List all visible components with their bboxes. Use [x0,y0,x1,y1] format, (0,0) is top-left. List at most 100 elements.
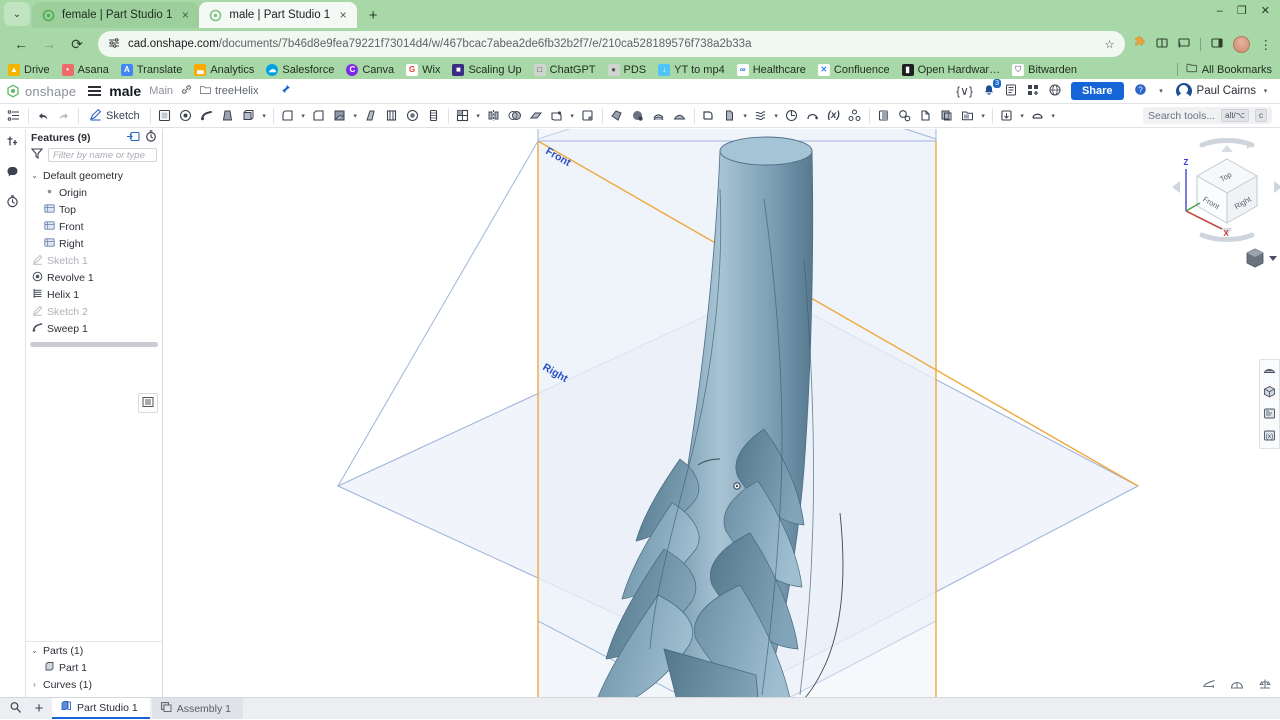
chevron-down-icon[interactable]: ▾ [299,112,308,120]
chevron-down-icon[interactable]: ▾ [1049,112,1058,120]
new-tab-button[interactable]: + [360,3,386,27]
filter-funnel-icon[interactable] [30,148,44,162]
help-caret-icon[interactable]: ▾ [1157,87,1166,95]
bookmark-open-hardware[interactable]: ▮ Open Hardwar… [901,63,1000,76]
tab-assembly-1[interactable]: Assembly 1 [151,698,243,719]
search-tools-box[interactable]: Search tools... alt/⌥ c [1142,107,1272,124]
assembly-icon[interactable] [845,106,865,126]
feature-tree-scrollbar[interactable] [30,342,158,347]
chevron-down-icon[interactable]: ▾ [474,112,483,120]
tab-part-studio-1[interactable]: Part Studio 1 [52,698,150,719]
sheet-metal-icon[interactable] [699,106,719,126]
features-filter-input[interactable]: Filter by name or type [48,148,157,162]
puzzle-icon[interactable] [1133,36,1146,52]
configure-icon[interactable] [895,106,915,126]
featurescript-icon[interactable]: {∨} [956,84,973,98]
folder-part-icon[interactable] [958,106,978,126]
panel-collapse-button[interactable] [138,393,158,413]
chevron-down-icon[interactable]: ▾ [979,112,988,120]
profile-avatar[interactable] [1232,35,1250,53]
curves-section-header[interactable]: › Curves (1) [26,676,162,693]
feature-list-icon[interactable] [4,106,24,126]
move-face-icon[interactable] [607,106,627,126]
extrude-tool-icon[interactable] [239,106,259,126]
offset-surface-icon[interactable] [649,106,669,126]
revolve-tool-icon[interactable] [176,106,196,126]
close-window-icon[interactable]: ✕ [1261,4,1270,17]
close-icon[interactable]: × [179,8,191,22]
linear-pattern-icon[interactable] [453,106,473,126]
browser-menu-icon[interactable]: ⋮ [1260,37,1273,52]
tree-node-right[interactable]: Right [26,235,162,252]
add-tab-button[interactable]: + [28,700,50,717]
shell-tool-icon[interactable] [330,106,350,126]
bookmark-chatgpt[interactable]: □ ChatGPT [533,63,596,76]
globe-icon[interactable] [1049,84,1061,99]
render-mode-icon[interactable] [1263,385,1276,401]
chevron-down-icon[interactable]: ▾ [1018,112,1027,120]
view-arrow-left[interactable] [1172,181,1180,193]
comments-icon[interactable] [6,165,19,181]
sketch-button[interactable]: Sketch [83,106,146,126]
bookmark-drive[interactable]: ▲ Drive [8,63,50,76]
part-list-item[interactable]: Part 1 [26,659,162,676]
onshape-logo[interactable]: onshape [6,84,76,99]
appearance-icon[interactable] [1263,407,1276,423]
folder-breadcrumb[interactable]: treeHelix [200,85,258,97]
add-feature-icon[interactable] [127,131,140,145]
address-bar[interactable]: cad.onshape.com/documents/7b46d8e9fea792… [98,31,1125,57]
draft-tool-icon[interactable] [361,106,381,126]
split-screen-icon[interactable] [1155,37,1168,52]
bookmark-canva[interactable]: C Canva [346,63,394,76]
tree-node-helix-1[interactable]: Helix 1 [26,286,162,303]
back-button[interactable]: ← [8,31,34,57]
rollback-timer-icon[interactable] [145,130,157,145]
bookmark-analytics[interactable]: ▃ Analytics [194,63,254,76]
variable-icon[interactable]: (x) [824,106,844,126]
composite-curve-icon[interactable] [803,106,823,126]
view-cube-menu[interactable] [1246,248,1277,268]
tree-node-revolve-1[interactable]: Revolve 1 [26,269,162,286]
top-cap-face[interactable] [719,136,813,166]
plane-tool-icon[interactable] [155,106,175,126]
notifications-bell-icon[interactable]: 3 [983,78,1001,99]
document-name[interactable]: male [109,83,141,99]
close-icon[interactable]: × [337,8,349,22]
view-arrow-right[interactable] [1274,181,1280,193]
view-orientation-icon[interactable] [1202,678,1216,693]
delete-face-icon[interactable] [578,106,598,126]
tree-node-origin[interactable]: Origin [26,184,162,201]
instances-icon[interactable] [6,135,19,151]
flange-icon[interactable] [720,106,740,126]
bookmark-confluence[interactable]: ✕ Confluence [817,63,890,76]
bookmark-pds[interactable]: ● PDS [607,63,646,76]
bookmark-yt-to-mp4[interactable]: ↓ YT to mp4 [658,63,725,76]
reload-button[interactable]: ⟳ [64,31,90,57]
replace-face-icon[interactable] [628,106,648,126]
thread-tool-icon[interactable] [424,106,444,126]
hamburger-menu-icon[interactable] [88,86,102,96]
tree-node-sweep-1[interactable]: Sweep 1 [26,320,162,337]
bookmark-star-icon[interactable]: ☆ [1105,38,1115,51]
minimize-icon[interactable]: – [1217,5,1223,17]
share-button[interactable]: Share [1070,82,1124,100]
bookmark-bitwarden[interactable]: ⛉ Bitwarden [1012,63,1077,76]
link-icon[interactable] [181,84,192,98]
display-style-icon[interactable] [1230,678,1244,693]
cast-icon[interactable] [1177,37,1190,52]
tree-node-default-geometry[interactable]: ⌄ Default geometry [26,167,162,184]
model-scene[interactable]: Front Right Top Front Right Z X [164,129,1280,697]
search-tab-icon[interactable] [4,701,26,717]
parts-section-header[interactable]: ⌄ Parts (1) [26,642,162,659]
helix-tool-icon[interactable] [782,106,802,126]
browser-tab-female[interactable]: female | Part Studio 1 × [32,2,200,28]
chevron-right-icon[interactable]: › [30,680,39,689]
tune-icon[interactable] [108,37,120,52]
tree-node-top[interactable]: Top [26,201,162,218]
browser-tab-male[interactable]: male | Part Studio 1 × [199,2,358,28]
fillet-tool-icon[interactable] [278,106,298,126]
undo-arrow-icon[interactable] [33,106,53,126]
branch-name[interactable]: Main [149,85,173,97]
help-circle-icon[interactable]: ? [1134,83,1147,99]
copy-part-icon[interactable] [937,106,957,126]
